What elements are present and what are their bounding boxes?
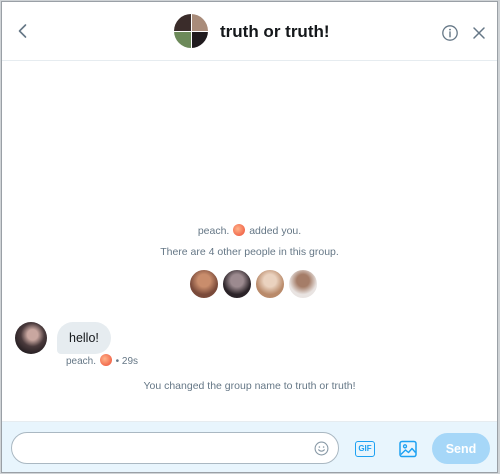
- message-time: 29s: [121, 356, 139, 367]
- group-avatar-quadrant: [191, 14, 208, 31]
- info-icon: [442, 25, 458, 41]
- group-avatar-quadrant: [174, 14, 191, 31]
- meta-separator: •: [115, 356, 120, 367]
- peach-emoji-icon: [99, 354, 112, 366]
- member-avatars: [189, 269, 318, 299]
- sender-avatar[interactable]: [15, 322, 47, 354]
- member-avatar[interactable]: [222, 269, 252, 299]
- message-input-wrapper[interactable]: [11, 432, 339, 464]
- chevron-left-icon: [18, 24, 27, 38]
- added-you-notice: peach. added you.: [2, 224, 497, 237]
- added-you-text: added you.: [249, 225, 302, 237]
- compose-bar: GIF Send: [2, 421, 497, 472]
- rename-notice: You changed the group name to truth or t…: [143, 380, 356, 392]
- message-sender: peach.: [66, 356, 97, 367]
- close-icon: [473, 27, 485, 39]
- smiley-icon: [314, 441, 329, 456]
- member-count-notice: There are 4 other people in this group.: [160, 246, 339, 258]
- group-avatar-quadrant: [191, 31, 208, 48]
- gif-button[interactable]: GIF: [355, 441, 375, 457]
- send-button[interactable]: Send: [432, 433, 490, 464]
- added-by-name: peach.: [197, 225, 230, 237]
- message-meta: peach. • 29s: [66, 354, 138, 367]
- conversation-header: truth or truth!: [2, 2, 497, 61]
- member-avatar[interactable]: [189, 269, 219, 299]
- message-bubble[interactable]: hello!: [57, 322, 111, 354]
- group-avatar-quadrant: [174, 31, 191, 48]
- close-button[interactable]: [471, 25, 487, 41]
- dm-conversation-modal: truth or truth! peach. added you. There …: [1, 1, 498, 473]
- message-input[interactable]: [22, 438, 306, 460]
- back-button[interactable]: [12, 20, 34, 42]
- info-button[interactable]: [441, 24, 459, 42]
- emoji-button[interactable]: [314, 441, 329, 456]
- conversation-title: truth or truth!: [220, 22, 330, 41]
- peach-emoji-icon: [233, 224, 246, 236]
- group-avatar[interactable]: [174, 14, 208, 48]
- member-avatar[interactable]: [255, 269, 285, 299]
- media-button[interactable]: [398, 439, 418, 459]
- image-icon: [399, 440, 417, 458]
- member-avatar[interactable]: [288, 269, 318, 299]
